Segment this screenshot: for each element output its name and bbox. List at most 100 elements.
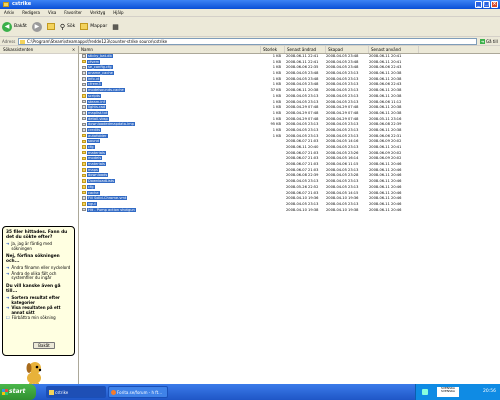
file-icon xyxy=(82,128,86,132)
search-result-balloon: 35 filer hittades. Fann du det du sökte … xyxy=(2,226,75,356)
up-folder-icon xyxy=(46,23,55,30)
balloon-header: 35 filer hittades. Fann du det du sökte … xyxy=(6,230,68,240)
folder-icon xyxy=(3,2,9,7)
file-icon xyxy=(82,54,86,58)
minimize-button[interactable]: _ xyxy=(475,1,482,8)
window-title: cstrike xyxy=(12,1,32,7)
search-dog-icon xyxy=(26,362,42,386)
folder-icon xyxy=(82,179,86,183)
network-icon[interactable] xyxy=(422,389,428,395)
menu-visa[interactable]: Visa xyxy=(44,10,60,15)
balloon-refine-header: Nej, förfina sökningen och... xyxy=(6,254,60,265)
views-button[interactable]: ▦ xyxy=(112,23,119,31)
folder-icon xyxy=(82,156,86,161)
system-tray: SVENSKA SVENSKA 20:56 xyxy=(415,384,500,400)
column-name[interactable]: Namn xyxy=(79,46,261,53)
folder-icon xyxy=(82,185,86,189)
start-button[interactable]: start xyxy=(0,384,36,400)
folder-icon xyxy=(82,190,86,195)
forward-arrow-icon: ▶ xyxy=(31,21,42,32)
file-icon xyxy=(82,77,86,81)
close-icon[interactable]: × xyxy=(71,47,76,52)
file-icon xyxy=(82,196,86,200)
window-titlebar: cstrike _ □ × xyxy=(0,0,500,9)
pane-title: Sökassistenten × xyxy=(0,46,78,54)
option-done[interactable]: ➜ Ja, jag är färdig med sökningen xyxy=(6,241,71,251)
column-accessed[interactable]: Senast använd xyxy=(369,46,419,53)
menu-favoriter[interactable]: Favoriter xyxy=(60,10,86,15)
balloon-back-button[interactable]: Bakåt xyxy=(33,342,55,349)
balloon-goto-header: Du vill kanske även gå till... xyxy=(6,283,61,294)
go-arrow-icon: ➜ xyxy=(480,38,485,44)
folders-button[interactable]: Mappar xyxy=(80,23,107,30)
folders-icon xyxy=(80,23,89,30)
folder-icon xyxy=(82,139,86,144)
file-icon xyxy=(82,71,86,75)
folder-icon xyxy=(82,94,86,98)
column-headers: Namn Storlek Senast ändrad Skapad Senast… xyxy=(79,46,500,54)
arrow-icon: ➜ xyxy=(6,294,10,300)
file-icon xyxy=(82,207,86,212)
folder-icon xyxy=(82,202,86,206)
go-button[interactable]: ➜ Gå till xyxy=(477,38,498,44)
back-button[interactable]: ◀ Bakåt xyxy=(2,21,27,32)
window-controls: _ □ × xyxy=(475,1,498,8)
arrow-icon: ➜ xyxy=(6,305,10,311)
menu-bar: Arkiv Redigera Visa Favoriter Verktyg Hj… xyxy=(0,9,500,17)
file-list: sticky_bat.db 1 KB 2008-06-11 22:41 2008-04… xyxy=(79,54,500,213)
arrow-icon: ➜ xyxy=(6,241,10,246)
menu-redigera[interactable]: Redigera xyxy=(18,10,44,15)
task-cstrike[interactable]: cstrike xyxy=(46,386,106,398)
file-list-pane: Namn Storlek Senast ändrad Skapad Senast… xyxy=(79,46,500,384)
file-icon xyxy=(82,116,86,121)
address-label: Adress xyxy=(2,38,16,44)
file-icon xyxy=(82,111,86,115)
menu-arkiv[interactable]: Arkiv xyxy=(0,10,18,15)
file-icon xyxy=(82,122,86,126)
taskbar: start cstrike Forita.se/forum - h ft... … xyxy=(0,384,500,400)
file-icon xyxy=(82,65,86,70)
close-button[interactable]: × xyxy=(491,1,498,8)
file-modified: 2008-04-10 19:38 xyxy=(286,207,319,212)
column-size[interactable]: Storlek xyxy=(261,46,285,53)
folder-icon xyxy=(49,390,54,395)
file-name[interactable]: Hit - Pump action shotgun xyxy=(82,207,154,214)
file-icon xyxy=(82,88,86,92)
folder-icon xyxy=(82,145,86,149)
task-browser[interactable]: Forita.se/forum - h ft... xyxy=(108,386,168,398)
search-button[interactable]: ⚲ Sök xyxy=(60,23,75,31)
language-indicator[interactable]: SVENSKA SVENSKA xyxy=(437,386,459,397)
clock: 20:56 xyxy=(483,389,496,394)
file-row[interactable]: Hit - Pump action shotgun 2008-04-10 19:3… xyxy=(79,207,500,214)
file-icon xyxy=(82,105,86,109)
maximize-button[interactable]: □ xyxy=(483,1,490,8)
file-accessed: 2008-06-11 20:46 xyxy=(369,207,402,212)
file-created: 2008-04-10 19:38 xyxy=(326,207,359,212)
forward-button[interactable]: ▶ xyxy=(31,21,42,32)
folder-icon xyxy=(82,162,86,166)
checkbox-icon: ☐ xyxy=(6,315,10,321)
up-folder-button[interactable] xyxy=(46,23,55,30)
arrow-icon: ➜ xyxy=(6,270,10,276)
folder-icon xyxy=(82,59,86,64)
menu-hjalp[interactable]: Hjälp xyxy=(109,10,127,15)
search-assistant-pane: Sökassistenten × 35 filer hittades. Fann… xyxy=(0,46,79,386)
windows-logo-icon xyxy=(2,389,8,395)
folder-icon xyxy=(82,173,86,178)
folder-icon xyxy=(82,133,86,138)
option-change-fields[interactable]: ➜ Ändra de olika fält och systemfiler du … xyxy=(6,270,71,281)
address-field[interactable]: C:\Program\Steam\steamapps\fredde123\cou… xyxy=(18,37,477,45)
option-improve-search[interactable]: ☐ Förbättra min sökning xyxy=(6,316,71,321)
option-other-view[interactable]: ➜ Visa resultaten på ett annat sätt xyxy=(6,305,71,315)
option-sort-category[interactable]: ➜ Sortera resultat efter kategorier xyxy=(6,294,71,305)
search-icon: ⚲ xyxy=(59,22,66,31)
folder-icon xyxy=(20,39,25,44)
column-created[interactable]: Skapad xyxy=(326,46,369,53)
views-icon: ▦ xyxy=(112,22,119,31)
address-bar: Adress C:\Program\Steam\steamapps\fredde… xyxy=(0,37,500,46)
folder-icon xyxy=(82,168,86,172)
file-icon xyxy=(82,99,86,104)
folder-icon xyxy=(82,150,86,155)
menu-verktyg[interactable]: Verktyg xyxy=(86,10,109,15)
column-modified[interactable]: Senast ändrad xyxy=(285,46,326,53)
